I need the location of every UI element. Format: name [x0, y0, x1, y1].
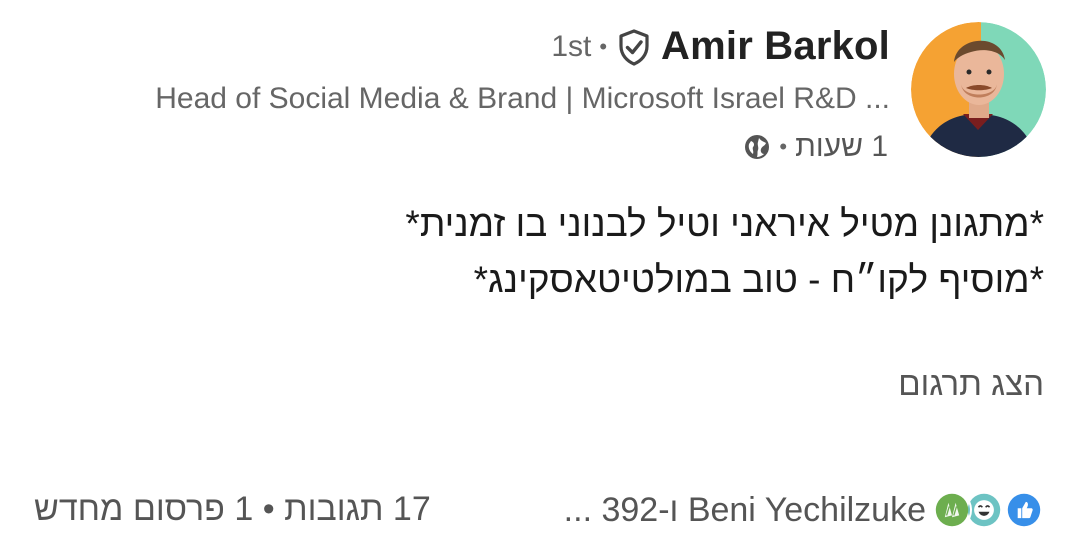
separator-dot: • [779, 134, 788, 159]
verified-shield-icon [615, 28, 653, 66]
post-time: 1 שעות [795, 130, 888, 163]
post-line: *מתגונן מטיל איראני וטיל לבנוני בו זמנית… [405, 203, 1044, 244]
author-name[interactable]: Amir Barkol [661, 24, 890, 69]
reactions-summary[interactable]: Beni Yechilzuke ו-392 ... [564, 490, 1044, 530]
avatar[interactable] [911, 22, 1046, 157]
post-line: *מוסיף לקו״ח - טוב במולטיטאסקינג* [473, 259, 1044, 300]
post-body: *מתגונן מטיל איראני וטיל לבנוני בו זמנית… [405, 196, 1044, 308]
separator-dot: • [599, 33, 608, 59]
author-name-row: 1st • Amir Barkol [551, 24, 890, 69]
globe-icon [743, 133, 771, 161]
celebrate-icon [932, 490, 972, 530]
post-card: 1st • Amir Barkol Head of Social Media &… [0, 0, 1080, 556]
post-meta: 1 שעות • [743, 130, 888, 164]
avatar-photo [911, 22, 1046, 157]
author-headline: Head of Social Media & Brand | Microsoft… [155, 82, 890, 115]
reaction-summary-text: Beni Yechilzuke ו-392 ... [563, 490, 926, 529]
like-icon [1004, 490, 1044, 530]
comments-reposts-count[interactable]: 17 תגובות • 1 פרסום מחדש [34, 490, 431, 529]
reaction-icons [932, 490, 1044, 530]
connection-degree: 1st [551, 29, 592, 63]
show-translation-link[interactable]: הצג תרגום [898, 365, 1044, 403]
